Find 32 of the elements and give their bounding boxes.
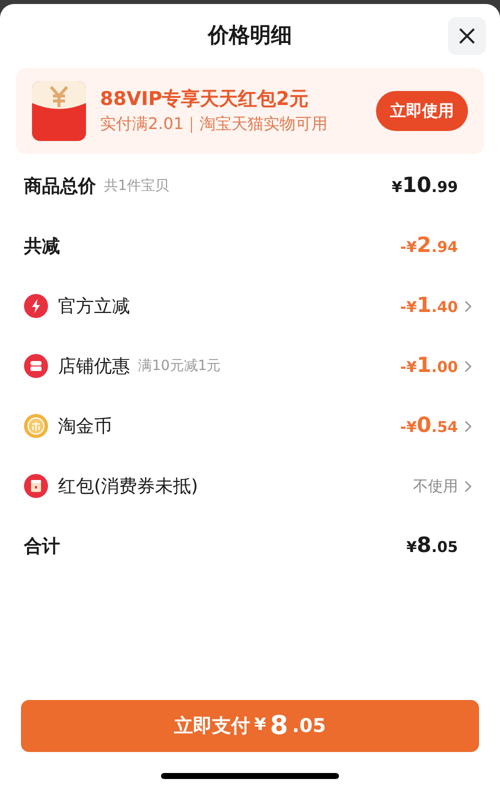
promo-condition: 实付满2.01｜淘宝天猫实物可用 [100,113,329,135]
row-label: 淘金币 [58,414,112,438]
row-note: 满10元减1元 [138,356,221,376]
row-label: 店铺优惠 [58,354,130,378]
promo-headline: 88VIP专享天天红包2元 [100,87,310,112]
chevron-right-icon [464,420,472,432]
chevron-right-icon [464,300,472,312]
price-value: -¥0.54 [400,412,458,440]
price-value: -¥1.00 [400,352,458,380]
store-icon [24,354,48,378]
envelope-icon [24,474,48,498]
coin-icon [24,414,48,438]
option-value: 不使用 [413,476,458,497]
price-value: -¥1.40 [400,292,458,320]
lightning-icon [24,294,48,318]
row-label: 红包(消费券未抵) [58,474,198,498]
close-button[interactable] [448,17,486,55]
row-label: 官方立减 [58,294,130,318]
sheet-title: 价格明细 [208,22,292,50]
price-value: -¥2.94 [400,232,458,260]
row-note: 共1件宝贝 [104,176,169,196]
price-value: ¥8.05 [406,532,458,560]
row-label: 商品总价 [24,174,96,198]
pay-now-button[interactable]: 立即支付 ¥8.05 [21,700,479,752]
chevron-right-icon [464,360,472,372]
chevron-right-icon [464,480,472,492]
use-now-button[interactable]: 立即使用 [376,91,468,131]
close-icon [459,28,475,44]
price-value: ¥10.99 [392,172,458,200]
envelope-icon [32,81,86,141]
row-label: 合计 [24,534,60,558]
row-label: 共减 [24,234,60,258]
